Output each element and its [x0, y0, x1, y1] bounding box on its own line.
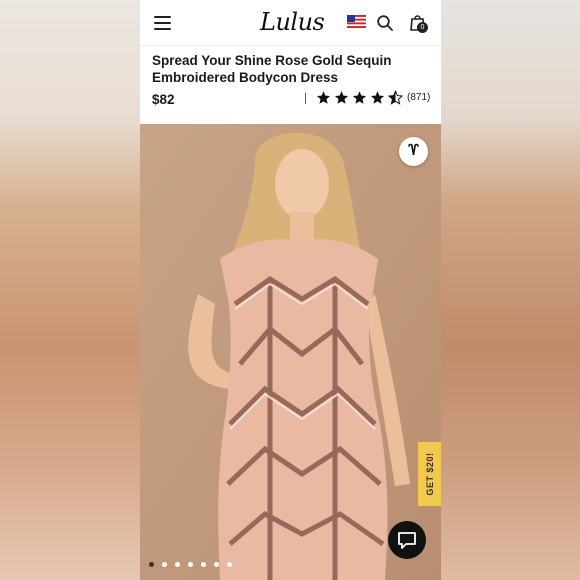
brand-logo[interactable]: Lulus — [260, 8, 325, 36]
gallery-dot[interactable] — [175, 562, 180, 567]
gallery-dot[interactable] — [149, 562, 154, 567]
search-icon[interactable] — [377, 15, 393, 31]
review-count[interactable]: (871) — [407, 92, 430, 103]
gallery-dot[interactable] — [162, 562, 167, 567]
heart-v-icon — [408, 143, 419, 156]
star-half-icon — [388, 90, 403, 105]
gallery-pagination — [149, 562, 232, 567]
gallery-dot[interactable] — [214, 562, 219, 567]
us-flag-icon[interactable] — [347, 15, 366, 28]
rating-stars[interactable] — [316, 90, 403, 106]
top-navigation-bar: Lulus 0 — [140, 0, 441, 46]
price-divider — [305, 93, 306, 104]
gallery-dot[interactable] — [227, 562, 232, 567]
model-wearing-dress-image — [140, 124, 441, 580]
product-title: Spread Your Shine Rose Gold Sequin Embro… — [152, 53, 392, 85]
chat-icon — [398, 532, 416, 549]
cart-count-badge: 0 — [417, 22, 428, 33]
promo-tab[interactable]: GET $20! — [418, 442, 441, 506]
blurred-background-left — [0, 0, 140, 580]
star-full-icon — [334, 91, 349, 104]
star-full-icon — [352, 91, 367, 104]
product-price: $82 — [152, 92, 175, 107]
menu-icon[interactable] — [154, 16, 171, 30]
mobile-product-page: Lulus 0 Spread Your Shine Rose Gold Sequ… — [140, 0, 441, 580]
wishlist-button[interactable] — [399, 137, 428, 166]
star-full-icon — [370, 91, 385, 104]
gallery-dot[interactable] — [188, 562, 193, 567]
star-full-icon — [316, 91, 331, 104]
promo-label: GET $20! — [424, 452, 435, 496]
product-photo[interactable]: GET $20! — [140, 124, 441, 580]
chat-button[interactable] — [388, 521, 426, 559]
blurred-background-right — [441, 0, 580, 580]
gallery-dot[interactable] — [201, 562, 206, 567]
